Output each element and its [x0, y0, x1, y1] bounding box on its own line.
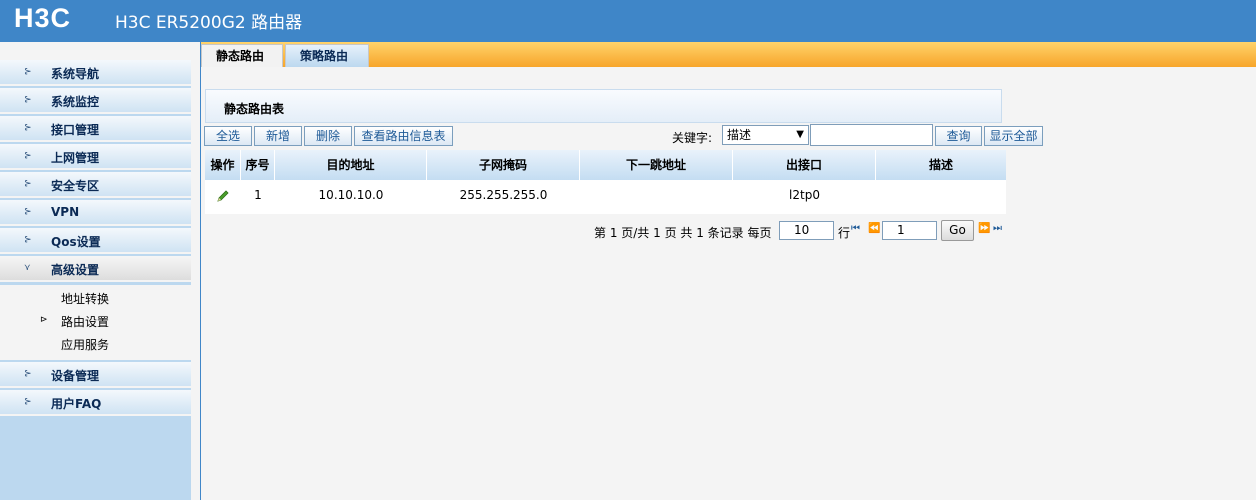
add-button[interactable]: 新增 [254, 126, 302, 146]
sidebar-item-security[interactable]: ⊱ 安全专区 [0, 172, 191, 198]
sidebar-item-label: VPN [51, 205, 80, 219]
cell-interface: l2tp0 [789, 188, 820, 202]
column-header-description: 描述 [928, 158, 953, 172]
next-page-icon[interactable]: ⏩ [978, 223, 990, 234]
tab-bar: 静态路由 策略路由 [201, 42, 1256, 67]
cell-description [876, 180, 1006, 210]
sidebar-item-label: 接口管理 [51, 123, 100, 137]
sidebar-item-label: 设备管理 [51, 369, 100, 383]
nav-bullet-icon: ⊱ [24, 67, 32, 77]
sidebar-item-label: 系统导航 [51, 67, 100, 81]
h3c-logo: H3C [14, 3, 72, 33]
sidebar: ⊱ 系统导航 ⊱ 系统监控 ⊱ 接口管理 ⊱ 上网管理 ⊱ 安全专区 ⊱ VPN… [0, 42, 191, 500]
per-page-input[interactable]: 10 [779, 221, 834, 240]
app-header: H3C H3C ER5200G2 路由器 [0, 0, 1256, 42]
cell-index: 1 [254, 188, 262, 202]
cell-next-hop [580, 180, 733, 210]
sidebar-item-faq[interactable]: ⊱ 用户FAQ [0, 390, 191, 416]
sidebar-item-interface[interactable]: ⊱ 接口管理 [0, 116, 191, 142]
sidebar-top-spacer [0, 42, 191, 60]
sidebar-item-label: 上网管理 [51, 151, 100, 165]
show-all-button[interactable]: 显示全部 [984, 126, 1043, 146]
select-all-button[interactable]: 全选 [204, 126, 252, 146]
panel-header: 静态路由表 [205, 89, 1002, 123]
nav-bullet-icon: ⊱ [24, 207, 32, 217]
column-header-next-hop: 下一跳地址 [580, 150, 733, 180]
cell-destination: 10.10.10.0 [318, 188, 384, 202]
submenu-item-routing[interactable]: 路由设置 [61, 313, 109, 330]
submenu-item-nat[interactable]: 地址转换 [61, 290, 109, 307]
column-header-interface: 出接口 [733, 150, 876, 180]
nav-bullet-icon: ⊱ [24, 397, 32, 407]
go-button[interactable]: Go [941, 220, 974, 241]
sidebar-item-label: 安全专区 [51, 179, 100, 193]
tab-static-route[interactable]: 静态路由 [201, 44, 283, 67]
sidebar-item-label: 高级设置 [51, 263, 100, 277]
sidebar-item-system-monitor[interactable]: ⊱ 系统监控 [0, 88, 191, 114]
sidebar-item-label: 用户FAQ [51, 397, 102, 411]
sidebar-item-qos[interactable]: ⊱ Qos设置 [0, 228, 191, 254]
sidebar-item-label: 系统监控 [51, 95, 100, 109]
prev-page-icon[interactable]: ⏪ [868, 223, 880, 234]
pager-summary: 第 1 页/共 1 页 共 1 条记录 每页 [594, 226, 772, 240]
column-header-action: 操作 [205, 150, 241, 180]
keyword-select[interactable]: 描述 ▼ [722, 125, 809, 145]
search-button[interactable]: 查询 [935, 126, 982, 146]
nav-bullet-icon: ⊱ [24, 179, 32, 189]
nav-bullet-icon: ⊱ [24, 235, 32, 245]
sidebar-item-system-nav[interactable]: ⊱ 系统导航 [0, 60, 191, 86]
sidebar-divider [200, 42, 201, 500]
nav-bullet-icon: ⊱ [24, 369, 32, 379]
keyword-input[interactable] [810, 124, 933, 146]
panel-title: 静态路由表 [224, 102, 285, 116]
last-page-icon[interactable]: ⏭ [993, 223, 1002, 234]
static-route-table: 操作 序号 目的地址 子网掩码 下一跳地址 出接口 描述 1 10.10.10.… [205, 150, 1006, 214]
nav-bullet-icon: ⊱ [24, 95, 32, 105]
sidebar-item-device[interactable]: ⊱ 设备管理 [0, 362, 191, 388]
app-title: H3C ER5200G2 路由器 [115, 13, 303, 33]
page-number-input[interactable]: 1 [882, 221, 937, 240]
edit-icon[interactable] [205, 180, 241, 210]
sidebar-item-advanced[interactable]: ⋎ 高级设置 [0, 256, 191, 282]
cell-mask: 255.255.255.0 [459, 188, 548, 202]
view-route-info-button[interactable]: 查看路由信息表 [354, 126, 453, 146]
advanced-submenu: 地址转换 ⊳ 路由设置 应用服务 [0, 285, 191, 360]
current-arrow-icon: ⊳ [40, 315, 48, 325]
dropdown-arrow-icon: ▼ [796, 129, 804, 140]
column-header-destination: 目的地址 [275, 150, 427, 180]
nav-bullet-icon: ⊱ [24, 151, 32, 161]
keyword-label: 关键字: [672, 131, 713, 145]
sidebar-item-internet[interactable]: ⊱ 上网管理 [0, 144, 191, 170]
nav-bullet-icon: ⊱ [24, 123, 32, 133]
submenu-item-app-services[interactable]: 应用服务 [61, 336, 109, 353]
sidebar-item-vpn[interactable]: ⊱ VPN [0, 200, 191, 226]
first-page-icon[interactable]: ⏮ [851, 223, 860, 234]
delete-button[interactable]: 删除 [304, 126, 352, 146]
nav-expanded-icon: ⋎ [24, 263, 31, 273]
tab-policy-route[interactable]: 策略路由 [285, 44, 369, 67]
column-header-mask: 子网掩码 [427, 150, 580, 180]
table-header: 操作 序号 目的地址 子网掩码 下一跳地址 出接口 描述 [205, 150, 1006, 180]
keyword-select-value: 描述 [727, 128, 752, 142]
column-header-index: 序号 [241, 150, 275, 180]
per-page-suffix: 行 [838, 226, 851, 240]
sidebar-item-label: Qos设置 [51, 235, 101, 249]
